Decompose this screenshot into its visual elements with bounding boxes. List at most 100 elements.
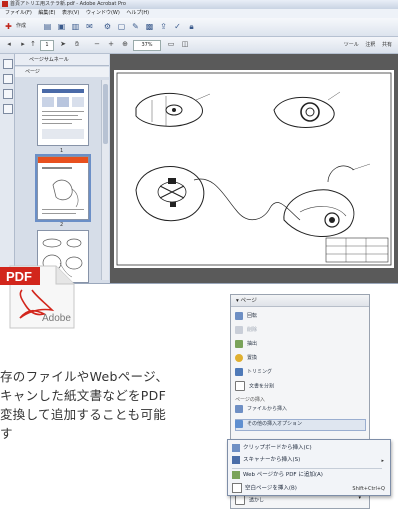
pages-panel-icon[interactable] [3,59,13,69]
stamp-icon[interactable]: ▩ [144,21,155,32]
thumbnail-scrollbar[interactable] [101,80,109,280]
insert-blank-page-label: 空白ページを挿入(B) [245,485,297,492]
zoom-out-icon[interactable]: − [92,39,102,49]
crop-pages-item[interactable]: トリミング [235,367,272,378]
rotate-icon [235,311,243,320]
fit-page-icon[interactable]: ▭ [166,39,176,49]
zoom-icon[interactable]: ⊕ [120,39,130,49]
tab-comment[interactable]: 注釈 [365,42,375,48]
menu-edit[interactable]: 編集(E) [38,9,55,18]
watermark-item[interactable]: 透かし [235,495,264,506]
rotate-label: 回転 [247,313,258,319]
crop-icon [235,367,243,376]
blank-page-shortcut: Shift+Ctrl+Q [352,486,385,492]
insert-from-file-label: ファイルから挿入 [247,406,288,412]
signatures-icon[interactable] [3,104,13,114]
create-icon[interactable]: ✚ [3,21,14,32]
thumbnail-number: 2 [60,222,64,228]
pages-panel-header[interactable]: ▾ ページ [231,295,369,307]
insert-from-scanner-item[interactable]: スキャナーから挿入(S) [232,455,300,466]
right-pane-tabs: ツール 注釈 共有 [339,41,392,48]
blank-page-icon [232,483,242,493]
hand-tool-icon[interactable]: ✋︎ [72,39,82,49]
extract-pages-item[interactable]: 抽出 [235,339,257,350]
split-label: 文書を分割 [249,383,275,390]
window-title: 首頁アトリエ用ステラ新.pdf - Adobe Acrobat Pro [10,1,126,7]
thumbnail-options[interactable]: ページ [15,67,109,77]
thumbnail-number: 1 [60,148,64,154]
review-icon[interactable]: ✓ [172,21,183,32]
watermark-icon [235,495,245,505]
email-icon[interactable]: ✉ [84,21,95,32]
thumbnail-2-image [38,157,88,214]
insert-blank-page-item[interactable]: 空白ページを挿入(B) [232,483,297,494]
split-icon [235,381,245,391]
replace-icon [235,353,243,362]
page-thumbnail-selected[interactable] [35,154,91,222]
scanner-icon [232,455,240,464]
split-document-item[interactable]: 文書を分割 [235,381,274,392]
rotate-pages-item[interactable]: 回転 [235,311,257,322]
add-web-page-label: Web ページから PDF に追加(A) [243,472,323,478]
thumbnail-panel-header: ページサムネール [15,54,109,66]
menu-view[interactable]: 表示(V) [62,9,79,18]
prev-page-icon[interactable]: ◂ [4,39,14,49]
insert-from-clipboard-item[interactable]: クリップボードから挿入(C) [232,443,312,454]
menu-window[interactable]: ウィンドウ(W) [86,9,120,18]
insert-options-submenu: クリップボードから挿入(C) スキャナーから挿入(S) ▸ Web ページから … [227,439,391,496]
submenu-divider [232,468,382,469]
attachments-icon[interactable] [3,89,13,99]
replace-label: 置換 [247,355,258,361]
adobe-brand-label: Adobe [42,313,71,324]
select-tool-icon[interactable]: ➤ [58,39,68,49]
tab-share[interactable]: 共有 [382,42,392,48]
open-folder-icon[interactable]: ▤ [42,21,53,32]
settings-icon[interactable]: ⚙ [102,21,113,32]
replace-pages-item[interactable]: 置換 [235,353,257,364]
main-toolbar: ✚ 作成 ▤ ▣ ▥ ✉ ⚙ ▢ ✎ ▩ ⇪ ✓ 🔒︎ [0,18,398,37]
navigation-pane-strip [0,54,15,283]
insert-file-icon [235,404,243,413]
more-insert-options-label: その他の挿入オプション [247,421,303,427]
sign-icon[interactable]: ✎ [130,21,141,32]
create-button[interactable]: 作成 [16,21,26,32]
two-page-icon[interactable]: ◫ [180,39,190,49]
print-icon[interactable]: ▥ [70,21,81,32]
description-line: キャンした紙文書などをPDF [0,388,167,403]
submenu-arrow-icon: ▸ [381,458,384,464]
more-insert-options-row[interactable]: その他の挿入オプション [235,419,302,430]
pages-panel-title: ページ [240,298,257,304]
security-icon[interactable]: 🔒︎ [186,21,197,32]
menu-file[interactable]: ファイル(F) [5,9,32,18]
title-bar: 首頁アトリエ用ステラ新.pdf - Adobe Acrobat Pro [0,0,398,9]
share-icon[interactable]: ⇪ [158,21,169,32]
bookmarks-icon[interactable] [3,74,13,84]
page-number-field[interactable]: 1 [40,40,54,51]
zoom-in-icon[interactable]: + [106,39,116,49]
extract-label: 抽出 [247,341,258,347]
delete-pages-item[interactable]: 削除 [235,325,257,336]
page-thumbnail[interactable] [37,84,89,146]
insert-from-file-item[interactable]: ファイルから挿入 [235,404,287,415]
pdf-badge-label: PDF [6,269,32,284]
description-line: す [0,426,13,441]
page-up-icon[interactable]: ↑ [28,39,38,49]
insert-options-icon [235,419,243,428]
technical-drawing [114,70,394,268]
web-page-icon [232,470,240,479]
clipboard-icon [232,443,240,452]
insert-section-label: ページの挿入 [235,397,265,403]
insert-from-scanner-label: スキャナーから挿入(S) [243,457,301,463]
menu-help[interactable]: ヘルプ(H) [126,9,149,18]
tab-tools[interactable]: ツール [344,42,359,48]
add-web-page-item[interactable]: Web ページから PDF に追加(A) [232,470,323,481]
save-icon[interactable]: ▣ [56,21,67,32]
scrollbar-thumb[interactable] [103,84,108,144]
description-line: 存のファイルやWebページ、 [0,369,169,384]
next-page-icon[interactable]: ▸ [18,39,28,49]
extract-icon [235,339,243,348]
comment-icon[interactable]: ▢ [116,21,127,32]
menu-bar: ファイル(F) 編集(E) 表示(V) ウィンドウ(W) ヘルプ(H) [0,9,398,18]
thumbnail-1-image [42,89,84,139]
zoom-level-field[interactable]: 37% [133,40,161,51]
